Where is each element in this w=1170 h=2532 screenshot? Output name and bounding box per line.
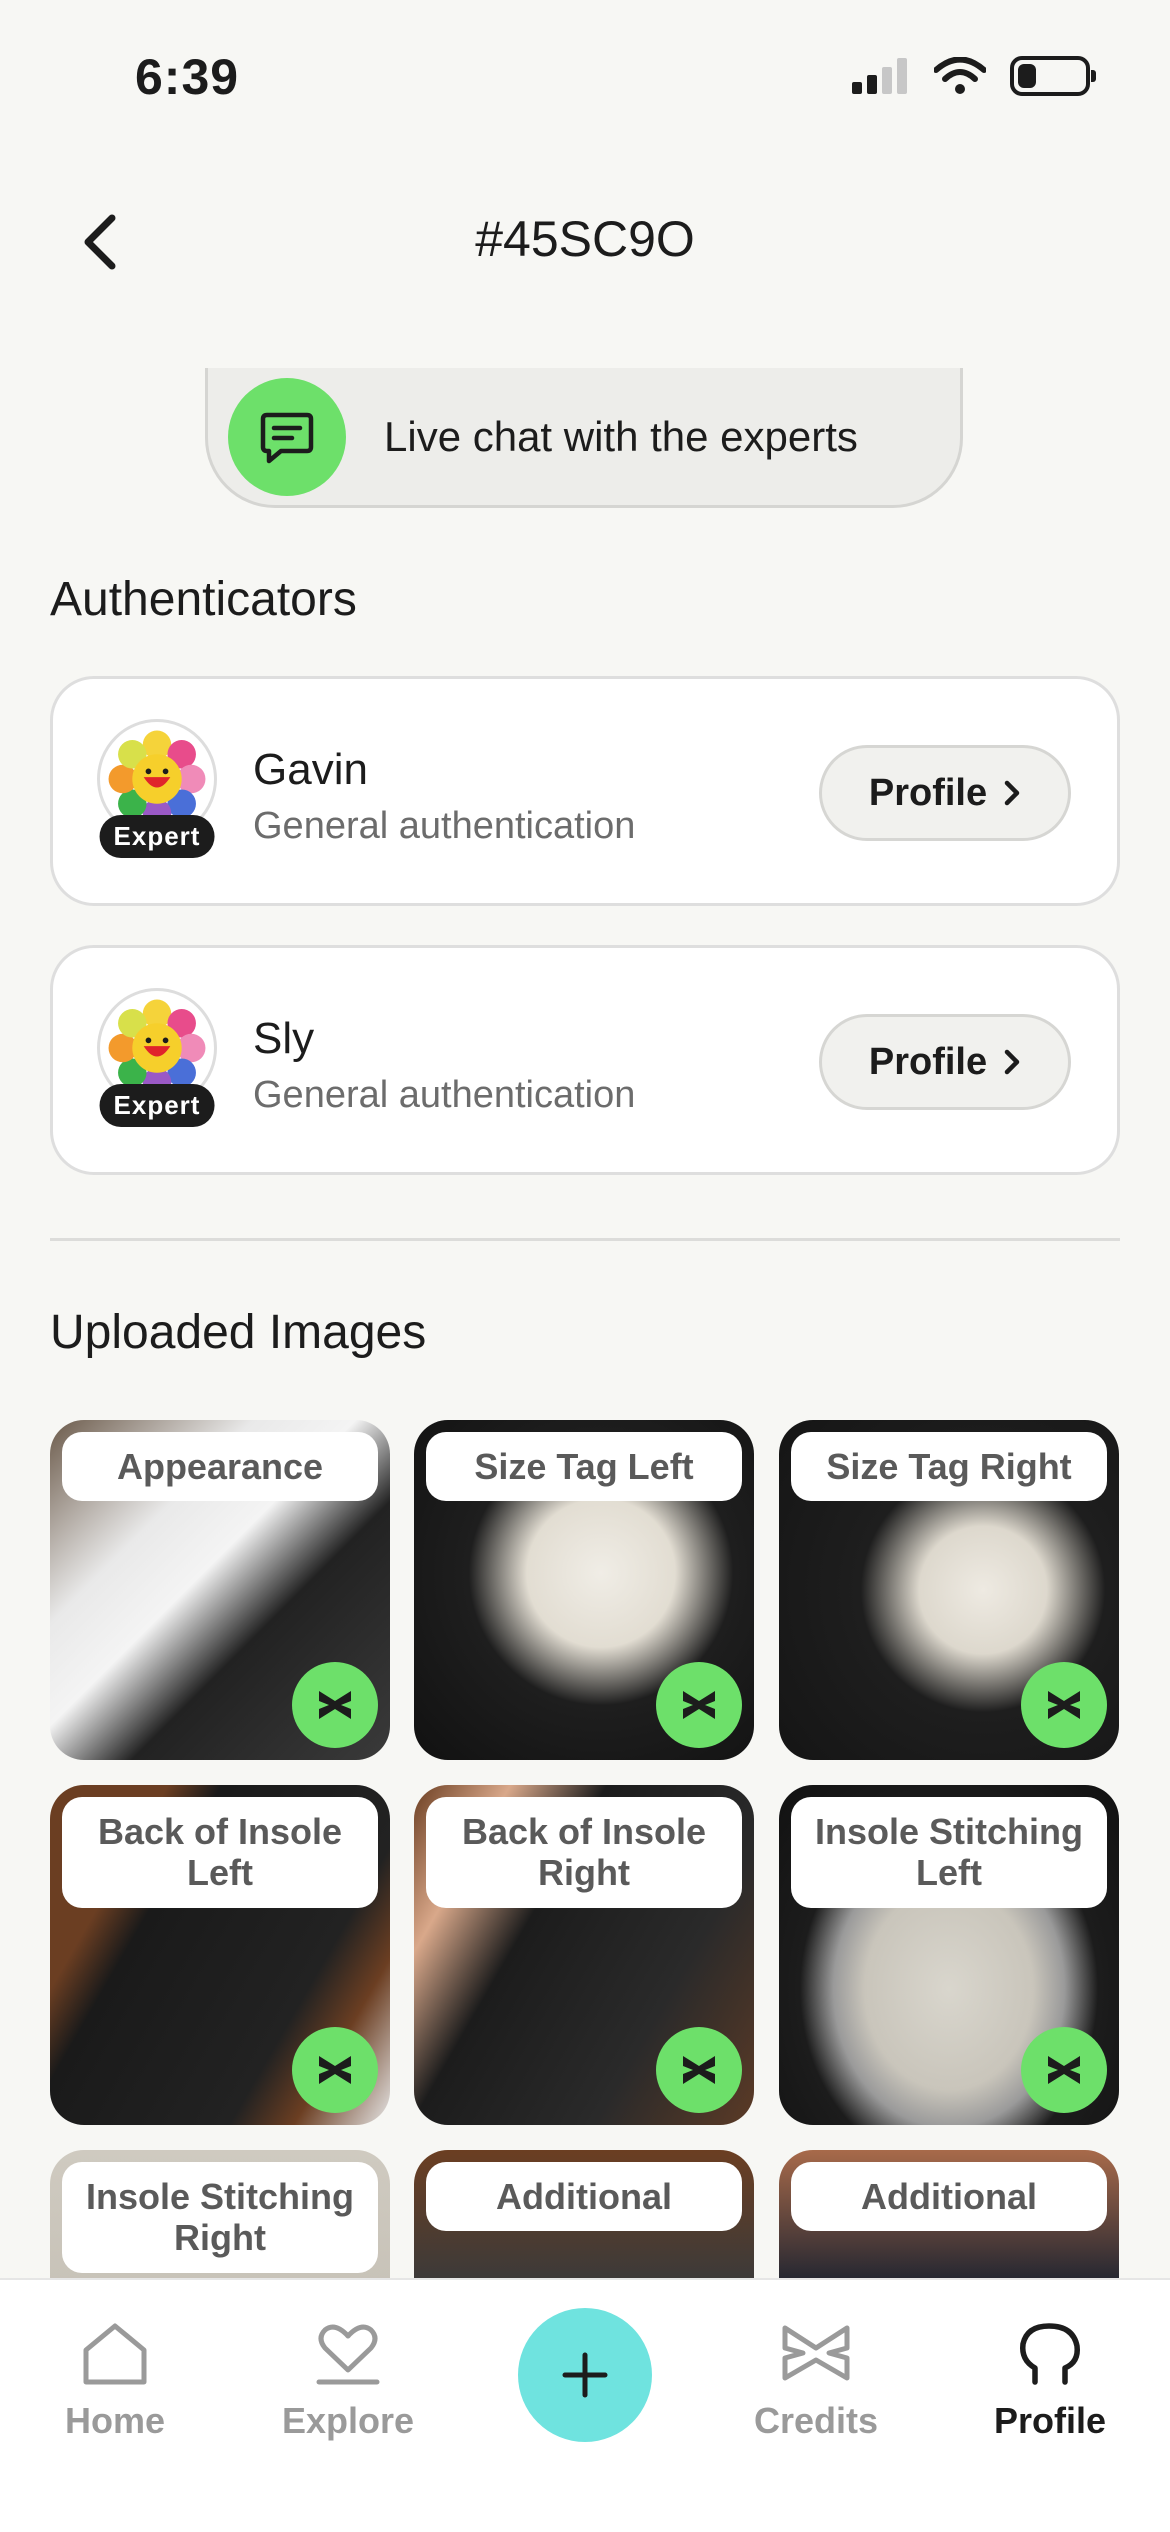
authenticator-role: General authentication — [253, 805, 636, 847]
tab-profile[interactable]: Profile — [950, 2320, 1150, 2442]
tile-label: Additional — [426, 2162, 742, 2232]
image-tile-back-of-insole-right[interactable]: Back of Insole Right — [414, 1785, 754, 2125]
authenticator-name: Sly — [253, 1014, 315, 1063]
profile-icon — [1020, 2323, 1080, 2385]
profile-button-label: Profile — [868, 1040, 988, 1083]
tab-credits[interactable]: Credits — [716, 2320, 916, 2442]
verified-badge-icon — [656, 1662, 742, 1748]
divider — [50, 1238, 1120, 1241]
home-icon — [83, 2323, 147, 2385]
tile-label: Insole Stitching Right — [62, 2162, 378, 2273]
verified-badge-icon — [292, 2027, 378, 2113]
profile-button[interactable]: Profile — [819, 1014, 1071, 1110]
verified-badge-icon — [292, 1662, 378, 1748]
wifi-icon — [934, 57, 986, 94]
chat-icon — [260, 412, 314, 463]
status-time: 6:39 — [135, 49, 240, 105]
verified-badge-icon — [656, 2027, 742, 2113]
tab-home[interactable]: Home — [15, 2320, 215, 2442]
tile-label: Back of Insole Right — [426, 1797, 742, 1908]
tab-label: Home — [64, 2400, 166, 2441]
tile-label: Insole Stitching Left — [791, 1797, 1107, 1908]
authenticator-role: General authentication — [253, 1074, 636, 1116]
avatar: Expert — [97, 988, 217, 1127]
authenticator-card: Expert Sly General authentication Profil… — [50, 945, 1120, 1175]
chat-icon-circle — [228, 377, 346, 496]
image-tile-size-tag-left[interactable]: Size Tag Left — [414, 1420, 754, 1760]
status-icons — [852, 56, 1096, 96]
battery-icon — [1010, 56, 1096, 96]
live-chat-label: Live chat with the experts — [384, 412, 858, 460]
image-tile-back-of-insole-left[interactable]: Back of Insole Left — [50, 1785, 390, 2125]
verified-badge-icon — [1021, 1662, 1107, 1748]
credits-icon — [782, 2325, 850, 2381]
live-chat-button[interactable]: Live chat with the experts — [205, 368, 963, 508]
verified-badge-icon — [1021, 2027, 1107, 2113]
signal-icon — [852, 58, 907, 94]
chevron-right-icon — [1004, 1049, 1020, 1075]
image-tile-insole-stitching-left[interactable]: Insole Stitching Left — [779, 1785, 1119, 2125]
status-bar: 6:39 — [0, 0, 1170, 150]
page-title: #45SC9O — [475, 211, 695, 267]
tile-label: Back of Insole Left — [62, 1797, 378, 1908]
chevron-right-icon — [1004, 780, 1020, 806]
avatar: Expert — [97, 719, 217, 858]
image-tile-appearance[interactable]: Appearance — [50, 1420, 390, 1760]
authenticators-title: Authenticators — [50, 573, 357, 626]
image-tile-insole-stitching-right[interactable]: Insole Stitching Right — [50, 2150, 390, 2278]
tab-label: Credits — [753, 2400, 879, 2441]
tile-label: Size Tag Left — [426, 1432, 742, 1502]
uploaded-images-grid: Appearance Size Tag Left Size Tag Right … — [0, 1420, 1170, 2278]
plus-icon — [562, 2352, 608, 2398]
tab-label: Explore — [281, 2400, 415, 2441]
authenticator-name: Gavin — [253, 745, 368, 794]
tab-explore[interactable]: Explore — [248, 2320, 448, 2442]
image-tile-additional[interactable]: Additional — [414, 2150, 754, 2278]
expert-badge: Expert — [99, 1084, 215, 1127]
expert-badge: Expert — [99, 815, 215, 858]
tab-label: Profile — [993, 2400, 1107, 2441]
tile-label: Additional — [791, 2162, 1107, 2232]
tab-bar: Home Explore Credits Profile — [0, 2278, 1170, 2532]
tile-label: Appearance — [62, 1432, 378, 1502]
image-tile-size-tag-right[interactable]: Size Tag Right — [779, 1420, 1119, 1760]
authenticator-card: Expert Gavin General authentication Prof… — [50, 676, 1120, 906]
image-tile-additional[interactable]: Additional — [779, 2150, 1119, 2278]
add-button[interactable] — [518, 2308, 652, 2442]
tile-label: Size Tag Right — [791, 1432, 1107, 1502]
profile-button-label: Profile — [868, 771, 988, 814]
uploaded-images-title: Uploaded Images — [50, 1306, 427, 1359]
header: #45SC9O — [0, 180, 1170, 300]
profile-button[interactable]: Profile — [819, 745, 1071, 841]
heart-icon — [316, 2324, 380, 2385]
